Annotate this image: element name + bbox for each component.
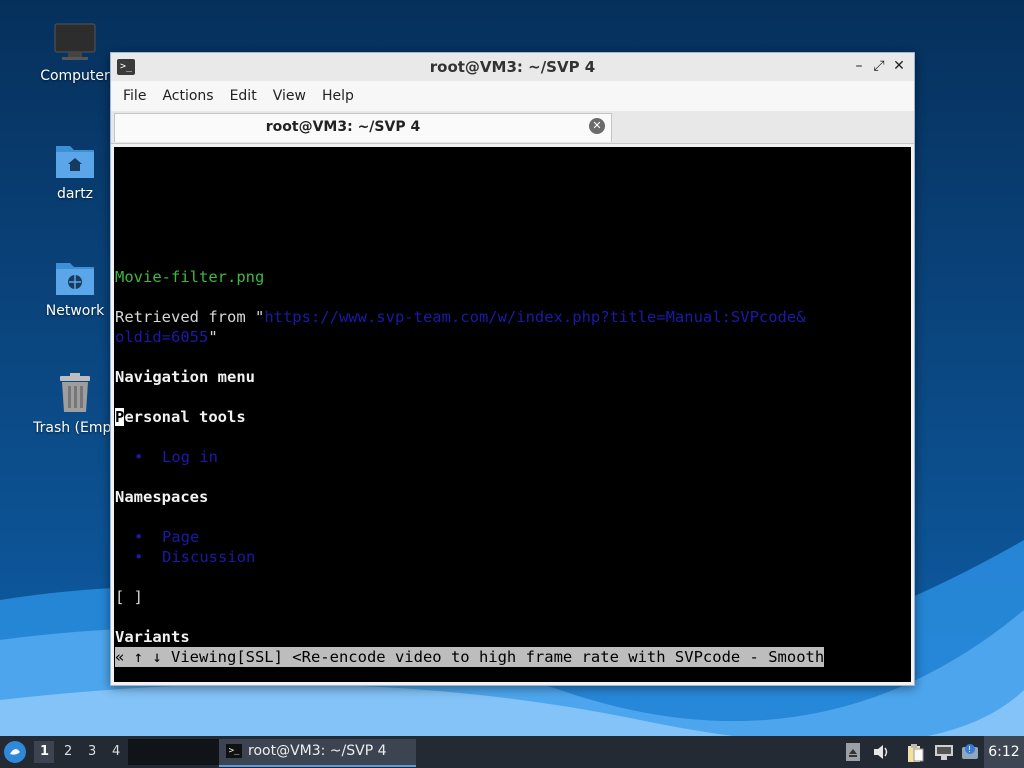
menu-actions[interactable]: Actions [154,88,221,104]
volume-icon[interactable] [872,743,890,761]
list-item: • Discussion [134,547,255,567]
clock[interactable]: 6:12 [984,736,1024,768]
window-title: root@VM3: ~/SVP 4 [429,58,596,76]
desktop-icon-label: dartz [56,186,94,202]
minimize-icon[interactable]: – [850,57,868,75]
retrieved-url[interactable]: https://www.svp-team.com/w/index.php?tit… [264,308,805,326]
form-brackets[interactable]: [ ] [115,587,143,607]
close-icon[interactable]: ✕ [890,57,908,75]
clipboard-icon[interactable] [906,743,924,762]
heading-navigation-menu: Navigation menu [115,368,255,386]
tab-close-icon[interactable]: ✕ [589,118,605,134]
workspace-4[interactable]: 4 [112,744,120,759]
network-icon[interactable] [934,743,953,761]
heading-variants: Variants [115,628,190,646]
svg-text:!: ! [968,745,971,754]
tab-terminal[interactable]: root@VM3: ~/SVP 4 ✕ [114,113,612,142]
desktop-icon-label: Trash (Empt [33,420,117,436]
eject-icon[interactable] [846,743,864,761]
retrieved-prefix: Retrieved from " [115,308,265,326]
heading-personal-tools: Personal tools [115,407,246,427]
workspace-2[interactable]: 2 [64,744,72,759]
menu-bar: File Actions Edit View Help [111,81,914,111]
bullet: • [134,448,144,466]
terminal-window[interactable]: >_ root@VM3: ~/SVP 4 – ⤢ ✕ File Actions … [110,52,915,686]
window-titlebar[interactable]: >_ root@VM3: ~/SVP 4 – ⤢ ✕ [111,53,914,81]
link-log-in[interactable]: Log in [162,448,218,466]
workspace-1[interactable]: 1 [40,744,49,759]
restore-icon[interactable]: ⤢ [870,57,888,75]
retrieved-suffix: " [208,328,218,346]
bullet: • [134,548,144,566]
terminal-output[interactable]: Movie-filter.png Retrieved from "https:/… [114,147,911,682]
menu-file[interactable]: File [115,88,154,104]
tab-bar: root@VM3: ~/SVP 4 ✕ [111,111,914,144]
home-folder-icon [54,140,96,180]
retrieved-line-cont: oldid=6055" [115,327,218,347]
menu-view[interactable]: View [265,88,314,104]
network-folder-icon [54,257,96,297]
monitor-icon [54,22,96,62]
notification-icon[interactable]: ! [960,743,978,761]
retrieved-line: Retrieved from "https://www.svp-team.com… [115,307,806,327]
task-label: root@VM3: ~/SVP 4 [248,743,387,759]
trash-icon [54,372,96,414]
menu-edit[interactable]: Edit [222,88,265,104]
taskbar: 1 2 3 4 >_ root@VM3: ~/SVP 4 ! 6:12 [0,736,1024,768]
desktop-icon-label: Network [45,303,105,319]
link-discussion[interactable]: Discussion [162,548,255,566]
tab-label: root@VM3: ~/SVP 4 [265,119,421,135]
menu-help[interactable]: Help [314,88,362,104]
list-item: • Log in [134,447,218,467]
list-item: • Page [134,527,199,547]
status-line: « ↑ ↓ Viewing[SSL] <Re-encode video to h… [115,647,825,667]
heading-personal-tools-rest: ersonal tools [124,408,246,426]
workspace-3[interactable]: 3 [88,744,96,759]
file-link[interactable]: Movie-filter.png [115,267,264,287]
retrieved-url-cont[interactable]: oldid=6055 [115,328,208,346]
terminal-task-icon: >_ [226,744,242,758]
desktop-icon-label: Computer [40,68,110,84]
bullet: • [134,528,144,546]
heading-namespaces: Namespaces [115,488,209,506]
taskbar-task-terminal[interactable]: >_ root@VM3: ~/SVP 4 [219,739,416,767]
start-menu-icon[interactable] [4,741,26,763]
text-cursor: P [115,408,125,426]
link-page[interactable]: Page [162,528,199,546]
workspace-preview [128,739,220,765]
